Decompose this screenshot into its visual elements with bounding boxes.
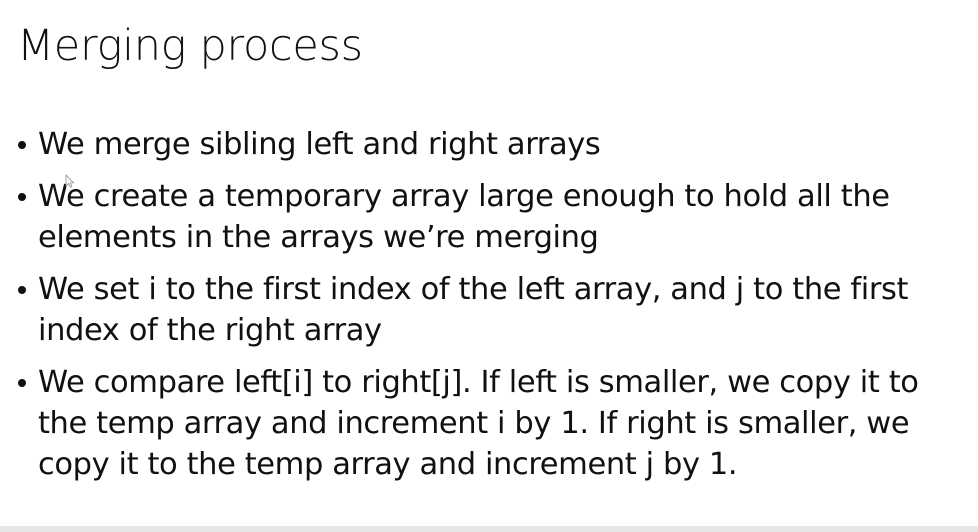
bullet-text: We create a temporary array large enough… bbox=[38, 179, 890, 255]
bullet-item: We compare left[i] to right[j]. If left … bbox=[14, 362, 954, 485]
bullet-item: We merge sibling left and right arrays bbox=[14, 124, 954, 165]
bullet-text: We compare left[i] to right[j]. If left … bbox=[38, 365, 919, 482]
slide-title: Merging process bbox=[17, 21, 363, 71]
bullet-dot-icon bbox=[18, 286, 26, 294]
bullet-text: We merge sibling left and right arrays bbox=[38, 127, 601, 162]
bullet-dot-icon bbox=[18, 193, 26, 201]
bullet-item: We create a temporary array large enough… bbox=[14, 176, 954, 258]
bottom-strip bbox=[0, 526, 978, 532]
bullet-dot-icon bbox=[18, 379, 26, 387]
bullet-text: We set i to the first index of the left … bbox=[38, 272, 909, 348]
bullet-dot-icon bbox=[18, 141, 26, 149]
bullet-item: We set i to the first index of the left … bbox=[14, 269, 954, 351]
slide: Merging process We merge sibling left an… bbox=[0, 0, 978, 532]
mouse-pointer-icon bbox=[65, 174, 75, 188]
bullet-list: We merge sibling left and right arrays W… bbox=[14, 124, 954, 485]
